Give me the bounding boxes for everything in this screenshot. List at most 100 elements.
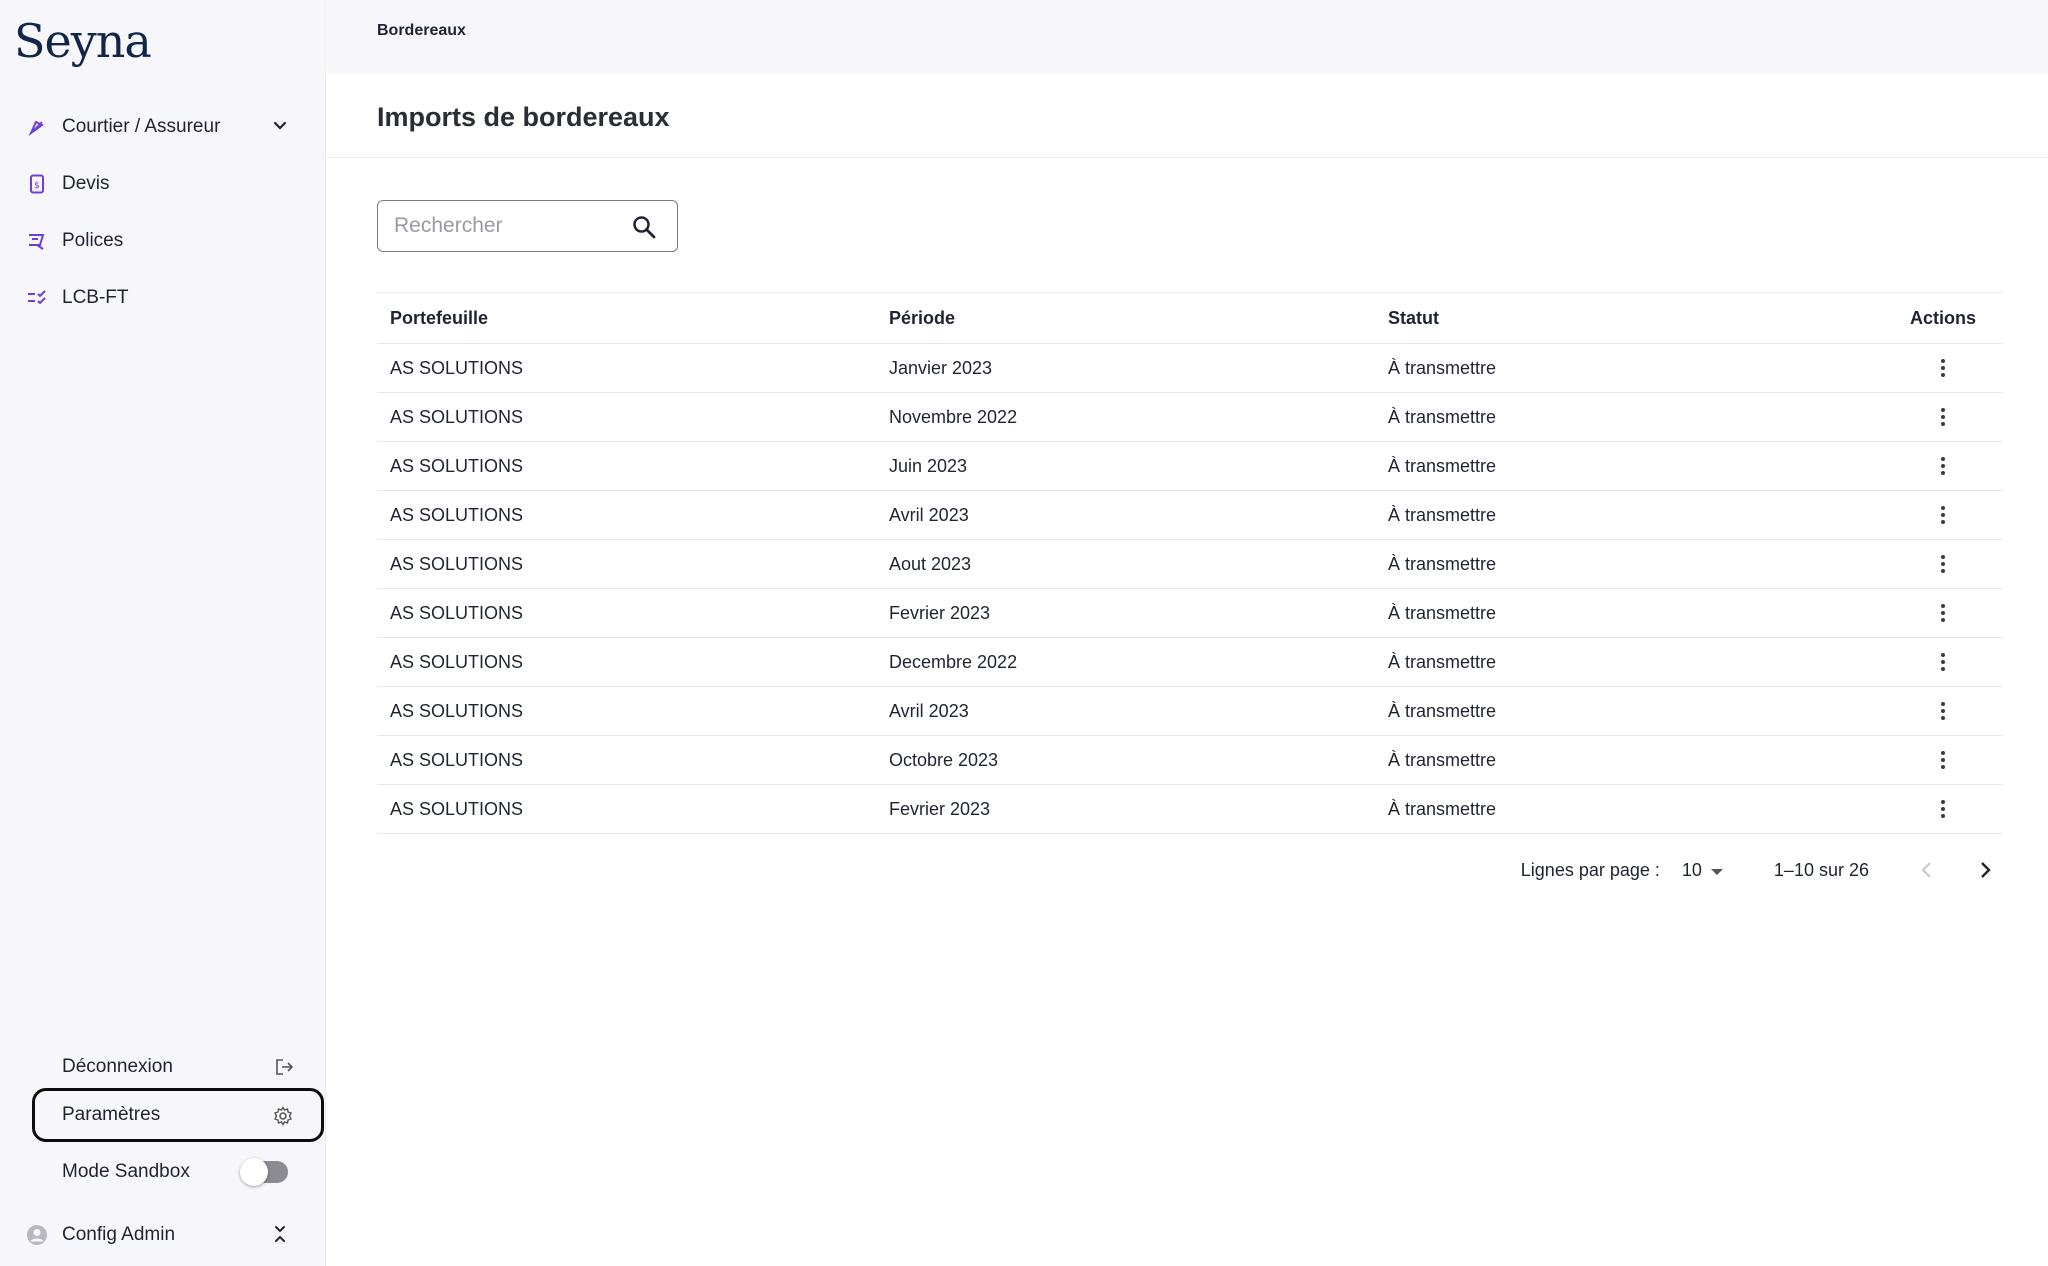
column-header-portefeuille[interactable]: Portefeuille: [390, 293, 488, 343]
cell-statut: À transmettre: [1388, 357, 1497, 378]
cell-portefeuille: AS SOLUTIONS: [390, 504, 524, 525]
user-label: Config Admin: [62, 1224, 176, 1245]
table-row[interactable]: AS SOLUTIONS Janvier 2023 À transmettre: [377, 344, 2003, 393]
table-row[interactable]: AS SOLUTIONS Aout 2023 À transmettre: [377, 540, 2003, 589]
more-vertical-icon[interactable]: [1928, 451, 1958, 481]
cell-statut: À transmettre: [1388, 700, 1497, 721]
top-bar: Bordereaux: [327, 0, 2048, 74]
more-vertical-icon[interactable]: [1928, 500, 1958, 530]
next-page-button[interactable]: [1967, 852, 2003, 888]
more-vertical-icon[interactable]: [1928, 598, 1958, 628]
cell-statut: À transmettre: [1388, 602, 1497, 623]
table-row[interactable]: AS SOLUTIONS Avril 2023 À transmettre: [377, 491, 2003, 540]
sandbox-mode-row: Mode Sandbox: [32, 1148, 322, 1196]
sidebar-item-lcb-ft[interactable]: LCB-FT: [26, 276, 296, 320]
cell-periode: Juin 2023: [889, 455, 968, 476]
cell-portefeuille: AS SOLUTIONS: [390, 749, 524, 770]
more-vertical-icon[interactable]: [1928, 549, 1958, 579]
expand-collapse-icon[interactable]: [270, 1223, 290, 1250]
pagination: Lignes par page : 10 1–10 sur 26: [1521, 852, 2003, 888]
sandbox-label: Mode Sandbox: [62, 1161, 190, 1182]
document-dollar-icon: $: [26, 173, 48, 195]
more-vertical-icon[interactable]: [1928, 745, 1958, 775]
pen-nib-icon: [26, 116, 48, 138]
cell-actions: [1883, 638, 2003, 686]
table-row[interactable]: AS SOLUTIONS Avril 2023 À transmettre: [377, 687, 2003, 736]
settings-button[interactable]: Paramètres: [32, 1088, 324, 1142]
table-row[interactable]: AS SOLUTIONS Decembre 2022 À transmettre: [377, 638, 2003, 687]
cell-portefeuille: AS SOLUTIONS: [390, 357, 524, 378]
table-row[interactable]: AS SOLUTIONS Octobre 2023 À transmettre: [377, 736, 2003, 785]
cell-actions: [1883, 393, 2003, 441]
cell-statut: À transmettre: [1388, 798, 1497, 819]
user-avatar-icon: [26, 1224, 48, 1246]
table-row[interactable]: AS SOLUTIONS Fevrier 2023 À transmettre: [377, 589, 2003, 638]
user-menu[interactable]: Config Admin: [26, 1213, 296, 1257]
rows-per-page-value: 10: [1681, 859, 1702, 880]
gear-icon: [273, 1106, 293, 1131]
brand-logo[interactable]: Seyna: [14, 14, 152, 68]
cell-statut: À transmettre: [1388, 406, 1497, 427]
page-header: Imports de bordereaux: [327, 74, 2048, 158]
more-vertical-icon[interactable]: [1928, 647, 1958, 677]
cell-portefeuille: AS SOLUTIONS: [390, 455, 524, 476]
table-body: AS SOLUTIONS Janvier 2023 À transmettre …: [377, 344, 2003, 834]
page-title: Imports de bordereaux: [377, 102, 670, 132]
svg-text:$: $: [34, 181, 40, 191]
table-row[interactable]: AS SOLUTIONS Novembre 2022 À transmettre: [377, 393, 2003, 442]
cell-actions: [1883, 540, 2003, 588]
cell-statut: À transmettre: [1388, 504, 1497, 525]
search-icon[interactable]: [631, 214, 657, 245]
cell-actions: [1883, 736, 2003, 784]
cell-portefeuille: AS SOLUTIONS: [390, 553, 524, 574]
column-header-actions: Actions: [1909, 307, 1976, 328]
cell-actions: [1883, 687, 2003, 735]
cell-periode: Avril 2023: [889, 504, 969, 525]
search-box: [377, 200, 678, 252]
rows-per-page-select[interactable]: 10: [1682, 860, 1724, 881]
sidebar-item-devis[interactable]: $ Devis: [26, 162, 296, 206]
cell-portefeuille: AS SOLUTIONS: [390, 700, 524, 721]
cell-portefeuille: AS SOLUTIONS: [390, 798, 524, 819]
checklist-icon: [26, 287, 48, 309]
settings-label: Paramètres: [62, 1104, 161, 1125]
sandbox-toggle[interactable]: [240, 1158, 288, 1186]
sidebar: Seyna Courtier / Assureur $ Devis Police…: [0, 0, 326, 1266]
cell-periode: Octobre 2023: [889, 749, 999, 770]
cell-actions: [1883, 442, 2003, 490]
breadcrumb[interactable]: Bordereaux: [377, 22, 466, 40]
column-header-periode[interactable]: Période: [889, 293, 955, 343]
column-header-statut[interactable]: Statut: [1388, 293, 1439, 343]
cell-portefeuille: AS SOLUTIONS: [390, 602, 524, 623]
bordereaux-table: Portefeuille Période Statut Actions AS S…: [377, 292, 2003, 834]
logout-button[interactable]: Déconnexion: [32, 1043, 322, 1091]
cell-actions: [1883, 344, 2003, 392]
more-vertical-icon[interactable]: [1928, 353, 1958, 383]
sidebar-item-courtier-assureur[interactable]: Courtier / Assureur: [26, 105, 296, 149]
cell-periode: Avril 2023: [889, 700, 969, 721]
search-input[interactable]: [394, 211, 614, 241]
cell-periode: Decembre 2022: [889, 651, 1018, 672]
cell-periode: Fevrier 2023: [889, 602, 991, 623]
more-vertical-icon[interactable]: [1928, 794, 1958, 824]
table-row[interactable]: AS SOLUTIONS Juin 2023 À transmettre: [377, 442, 2003, 491]
cell-statut: À transmettre: [1388, 749, 1497, 770]
cell-portefeuille: AS SOLUTIONS: [390, 651, 524, 672]
sidebar-item-label: Polices: [62, 230, 124, 251]
cell-periode: Aout 2023: [889, 553, 972, 574]
pagination-range: 1–10 sur 26: [1773, 859, 1869, 880]
cell-periode: Novembre 2022: [889, 406, 1018, 427]
more-vertical-icon[interactable]: [1928, 696, 1958, 726]
previous-page-button[interactable]: [1909, 852, 1945, 888]
table-row[interactable]: AS SOLUTIONS Fevrier 2023 À transmettre: [377, 785, 2003, 834]
toggle-knob: [240, 1158, 268, 1186]
chevron-down-icon[interactable]: [270, 116, 290, 141]
cell-actions: [1883, 589, 2003, 637]
cell-periode: Fevrier 2023: [889, 798, 991, 819]
sidebar-item-label: LCB-FT: [62, 287, 129, 308]
rows-per-page-label: Lignes par page :: [1520, 859, 1660, 880]
cell-statut: À transmettre: [1388, 455, 1497, 476]
more-vertical-icon[interactable]: [1928, 402, 1958, 432]
certificate-icon: [26, 230, 48, 252]
sidebar-item-polices[interactable]: Polices: [26, 219, 296, 263]
